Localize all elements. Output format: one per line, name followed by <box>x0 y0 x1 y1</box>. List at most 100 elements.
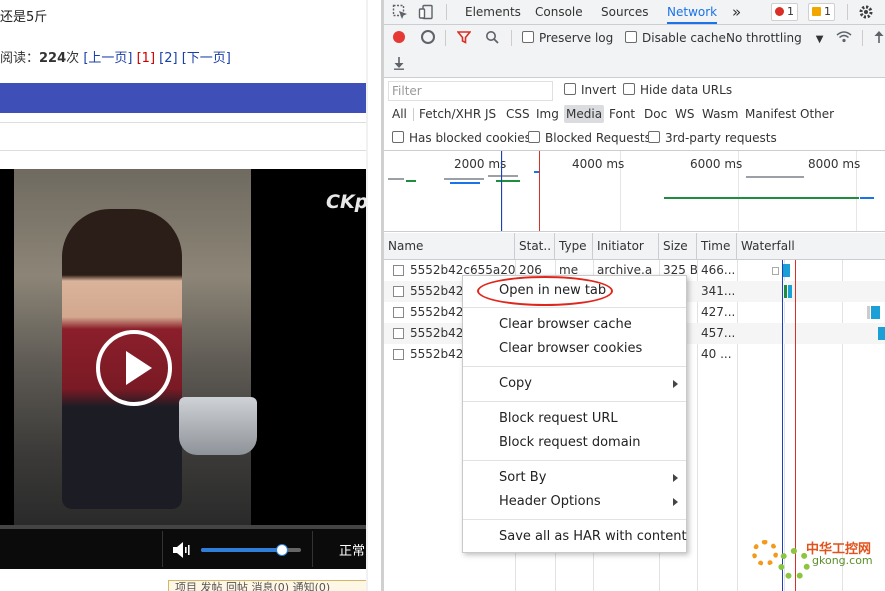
inspect-element-icon[interactable] <box>392 4 408 20</box>
divider <box>0 150 366 151</box>
file-icon <box>393 307 404 318</box>
import-har-icon[interactable] <box>873 30 885 44</box>
column-status[interactable]: Stat.. <box>515 233 555 259</box>
column-name[interactable]: Name <box>384 233 515 259</box>
menu-clear-browser-cache[interactable]: Clear browser cache <box>499 317 632 332</box>
menu-block-request-url[interactable]: Block request URL <box>499 411 618 426</box>
disable-cache-checkbox[interactable]: Disable cache <box>625 31 726 45</box>
checkbox-icon <box>392 131 404 143</box>
type-filter-media[interactable]: Media <box>564 105 605 123</box>
timeline-request-segment <box>746 176 804 178</box>
column-type[interactable]: Type <box>555 233 593 259</box>
invert-label: Invert <box>581 83 617 97</box>
hide-data-urls-label: Hide data URLs <box>640 83 733 97</box>
warning-icon <box>812 7 821 16</box>
warning-count: 1 <box>824 5 831 18</box>
type-filter-doc[interactable]: Doc <box>642 105 669 123</box>
menu-save-all-as-har[interactable]: Save all as HAR with content <box>499 529 687 544</box>
network-toolbar: Preserve log Disable cache No throttling… <box>384 25 885 78</box>
video-pot <box>179 397 257 455</box>
error-count-badge[interactable]: 1 <box>771 3 798 21</box>
invert-checkbox[interactable]: Invert <box>564 83 616 97</box>
prev-page-link[interactable]: [上一页] <box>83 51 132 66</box>
request-time: 341... <box>701 284 736 298</box>
timeline-request-segment <box>406 180 416 182</box>
read-count-unit: 次 <box>66 51 80 66</box>
preserve-log-checkbox[interactable]: Preserve log <box>522 31 613 45</box>
submenu-arrow-icon <box>673 380 678 388</box>
volume-knob[interactable] <box>276 544 288 556</box>
column-waterfall[interactable]: Waterfall <box>737 233 885 259</box>
column-initiator[interactable]: Initiator <box>593 233 659 259</box>
warning-count-badge[interactable]: 1 <box>808 3 835 21</box>
type-filter-img[interactable]: Img <box>534 105 561 123</box>
error-count: 1 <box>787 5 794 18</box>
control-separator <box>162 531 163 567</box>
export-har-icon[interactable] <box>393 56 405 70</box>
checkbox-icon <box>522 31 534 43</box>
checkbox-icon <box>528 131 540 143</box>
tab-sources[interactable]: Sources <box>601 0 648 24</box>
device-toolbar-icon[interactable] <box>418 4 434 20</box>
menu-header-options[interactable]: Header Options <box>499 494 601 509</box>
video-player[interactable]: CKp 正常 <box>0 169 368 569</box>
third-party-requests-checkbox[interactable]: 3rd-party requests <box>648 131 777 145</box>
timeline-request-segment <box>388 178 404 180</box>
record-icon[interactable] <box>393 31 405 43</box>
throttling-value: No throttling <box>726 31 802 45</box>
tab-network[interactable]: Network <box>667 0 718 24</box>
type-filter-fetch-xhr[interactable]: Fetch/XHR <box>417 105 483 123</box>
menu-separator <box>463 401 686 402</box>
type-filter-js[interactable]: JS <box>483 105 498 123</box>
filter-input[interactable]: Filter <box>388 81 553 101</box>
menu-block-request-domain[interactable]: Block request domain <box>499 435 641 450</box>
type-filter-wasm[interactable]: Wasm <box>700 105 740 123</box>
next-page-link[interactable]: [下一页] <box>182 51 231 66</box>
volume-slider[interactable] <box>201 544 301 556</box>
type-filter-manifest[interactable]: Manifest <box>743 105 798 123</box>
throttling-select[interactable]: No throttling ▼ <box>726 31 823 45</box>
column-time[interactable]: Time <box>697 233 737 259</box>
play-icon[interactable] <box>96 330 172 406</box>
volume-icon[interactable] <box>172 541 192 559</box>
network-conditions-icon[interactable] <box>836 30 852 44</box>
forum-bottom-tabs[interactable]: 项目 发帖 回帖 消息(0) 通知(0) <box>168 580 368 591</box>
type-filter-ws[interactable]: WS <box>673 105 696 123</box>
filter-icon[interactable] <box>457 30 471 44</box>
type-filter-font[interactable]: Font <box>607 105 637 123</box>
timeline-tick-label: 8000 ms <box>808 157 861 171</box>
blocked-requests-label: Blocked Requests <box>545 131 651 145</box>
error-icon <box>775 7 784 16</box>
menu-separator <box>463 460 686 461</box>
waterfall-bar <box>788 285 792 298</box>
search-icon[interactable] <box>485 30 499 44</box>
page-2-link[interactable]: [2] <box>159 51 177 66</box>
tab-elements[interactable]: Elements <box>465 0 521 24</box>
toolbar-separator <box>446 4 447 20</box>
blocked-requests-checkbox[interactable]: Blocked Requests <box>528 131 651 145</box>
clear-icon[interactable] <box>421 30 435 44</box>
menu-copy[interactable]: Copy <box>499 376 532 391</box>
type-filter-css[interactable]: CSS <box>504 105 532 123</box>
menu-clear-browser-cookies[interactable]: Clear browser cookies <box>499 341 642 356</box>
has-blocked-cookies-checkbox[interactable]: Has blocked cookies <box>392 131 531 145</box>
hide-data-urls-checkbox[interactable]: Hide data URLs <box>623 83 732 97</box>
network-overview-timeline[interactable]: 2000 ms 4000 ms 6000 ms 8000 ms <box>384 151 885 232</box>
page-scrollbar[interactable] <box>366 0 368 591</box>
control-separator <box>312 531 313 567</box>
column-size[interactable]: Size <box>659 233 697 259</box>
playback-speed-button[interactable]: 正常 <box>339 540 365 559</box>
menu-open-in-new-tab[interactable]: Open in new tab <box>499 283 606 298</box>
menu-separator <box>463 519 686 520</box>
type-filter-all[interactable]: All <box>390 105 409 123</box>
menu-sort-by[interactable]: Sort By <box>499 470 546 485</box>
waterfall-bar <box>784 285 787 298</box>
tab-console[interactable]: Console <box>535 0 583 24</box>
toolbar-separator <box>862 30 863 46</box>
more-tabs-icon[interactable]: » <box>732 0 741 24</box>
filter-bar: Filter Invert Hide data URLs All Fetch/X… <box>384 78 885 151</box>
page-1-link[interactable]: [1] <box>137 51 155 66</box>
third-party-requests-label: 3rd-party requests <box>665 131 777 145</box>
type-filter-other[interactable]: Other <box>798 105 836 123</box>
settings-gear-icon[interactable] <box>858 4 874 20</box>
